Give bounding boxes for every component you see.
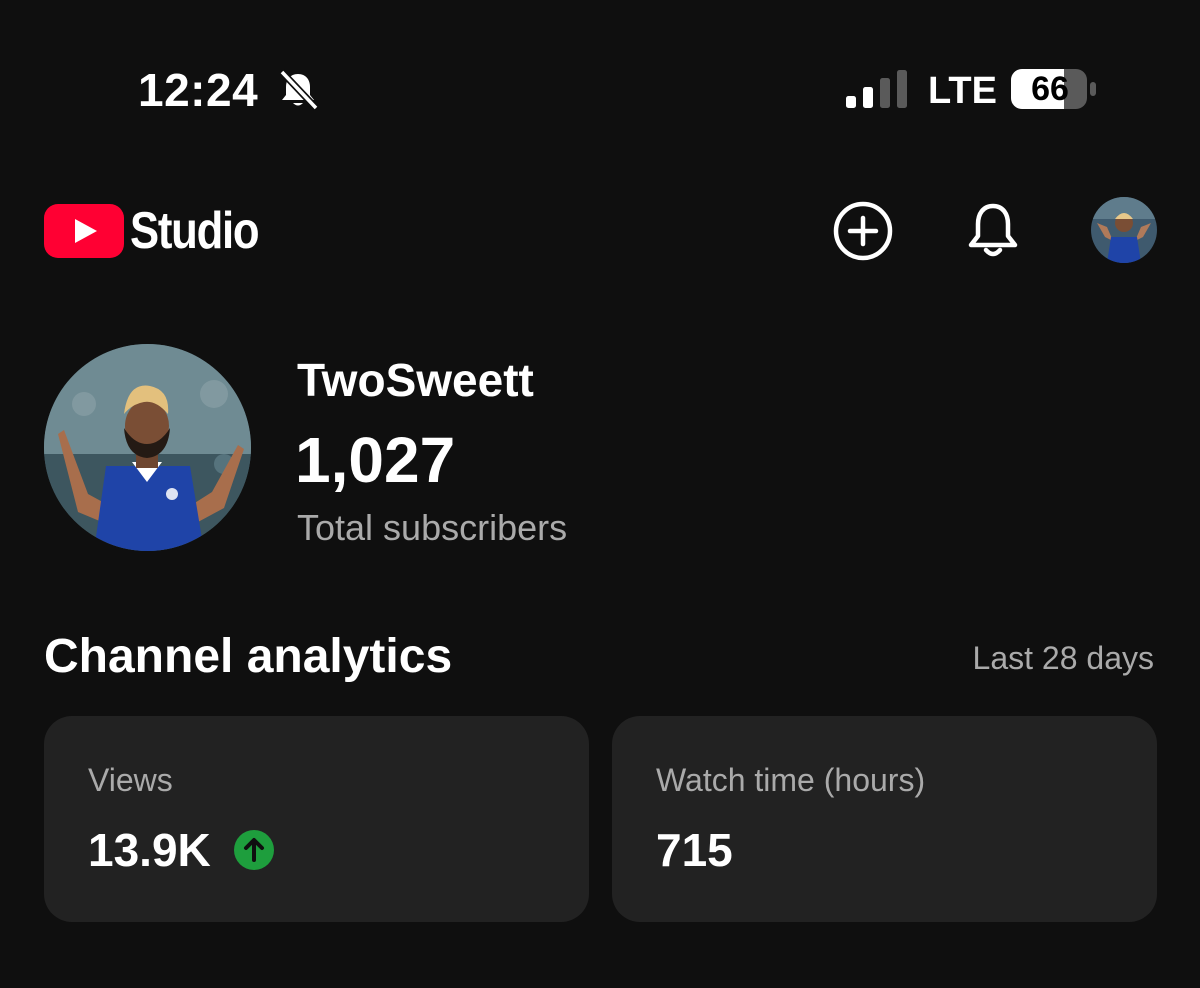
battery-level: 66 [1031, 70, 1069, 108]
channel-avatar [44, 344, 251, 551]
signal-icon [846, 70, 907, 108]
youtube-play-icon [44, 204, 124, 258]
views-value: 13.9K [88, 824, 211, 876]
account-avatar[interactable] [1091, 197, 1157, 263]
watch-time-card[interactable]: Watch time (hours) 715 [612, 716, 1157, 922]
trend-up-icon [234, 830, 274, 870]
views-label: Views [88, 762, 173, 798]
notification-bell-icon[interactable] [960, 198, 1026, 264]
create-plus-icon[interactable] [830, 198, 896, 264]
channel-name: TwoSweett [297, 354, 534, 406]
subscriber-label: Total subscribers [297, 507, 568, 548]
analytics-title: Channel analytics [44, 630, 453, 683]
views-card[interactable]: Views 13.9K [44, 716, 589, 922]
subscriber-count: 1,027 [295, 424, 456, 496]
status-time: 12:24 [138, 64, 259, 116]
app-title: Studio [130, 202, 260, 260]
watch-time-value: 715 [656, 824, 733, 876]
bell-slash-icon [279, 69, 319, 111]
date-range-label[interactable]: Last 28 days [973, 638, 1154, 678]
network-type: LTE [928, 70, 997, 112]
watch-time-label: Watch time (hours) [656, 762, 926, 798]
